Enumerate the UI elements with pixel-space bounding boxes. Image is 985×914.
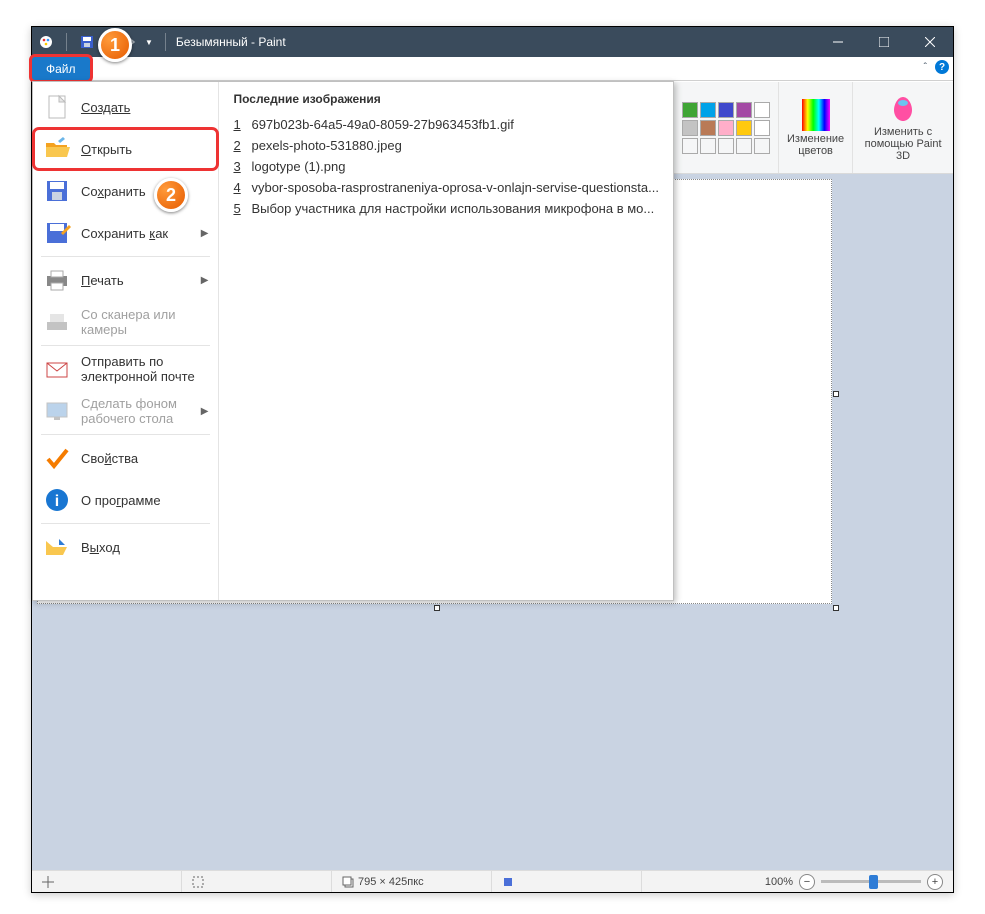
menu-print[interactable]: Печать ▶ xyxy=(33,259,218,301)
svg-text:i: i xyxy=(55,493,59,510)
menu-about[interactable]: i О программе xyxy=(33,479,218,521)
info-icon: i xyxy=(43,486,71,514)
exit-icon xyxy=(43,533,71,561)
selection-icon xyxy=(192,876,204,888)
filesize-icon xyxy=(502,876,514,888)
quick-access-toolbar: ▼ xyxy=(32,33,159,51)
recent-item[interactable]: 1697b023b-64a5-49a0-8059-27b963453fb1.gi… xyxy=(233,114,659,135)
printer-icon xyxy=(43,266,71,294)
annotation-badge-1: 1 xyxy=(98,28,132,62)
paint-window: ▼ Безымянный - Paint Файл ˆ ? Изменение xyxy=(31,26,954,893)
chevron-right-icon: ▶ xyxy=(201,406,209,417)
qat-dropdown-icon[interactable]: ▼ xyxy=(145,38,153,47)
resize-handle-bottom[interactable] xyxy=(434,605,440,611)
size-icon xyxy=(342,876,354,888)
window-title: Безымянный - Paint xyxy=(172,35,286,49)
maximize-button[interactable] xyxy=(861,27,907,57)
paint-app-icon xyxy=(38,34,54,50)
recent-item[interactable]: 2pexels-photo-531880.jpeg xyxy=(233,135,659,156)
color-swatches[interactable] xyxy=(682,102,770,154)
recent-item[interactable]: 3logotype (1).png xyxy=(233,156,659,177)
zoom-level-text: 100% xyxy=(765,876,793,888)
new-file-icon xyxy=(43,93,71,121)
ribbon-colors-section: Изменение цветов Изменить с помощью Pain… xyxy=(673,82,953,174)
rainbow-icon xyxy=(802,99,830,131)
menu-create[interactable]: Создать xyxy=(33,86,218,128)
email-icon xyxy=(43,355,71,383)
menu-desktop-bg: Сделать фоном рабочего стола ▶ xyxy=(33,390,218,432)
paint3d-button[interactable]: Изменить с помощью Paint 3D xyxy=(853,82,953,173)
checkmark-icon xyxy=(43,444,71,472)
scanner-icon xyxy=(43,308,71,336)
zoom-out-button[interactable]: − xyxy=(799,874,815,890)
zoom-slider[interactable] xyxy=(821,880,921,883)
menu-email[interactable]: Отправить по электронной почте xyxy=(33,348,218,390)
close-button[interactable] xyxy=(907,27,953,57)
resize-handle-right[interactable] xyxy=(833,391,839,397)
paint3d-icon xyxy=(888,94,918,124)
file-menu: Создать Открыть Сохранить Сохранить как … xyxy=(32,81,674,601)
save-as-icon xyxy=(43,219,71,247)
recent-item[interactable]: 5Выбор участника для настройки использов… xyxy=(233,198,659,219)
menu-open[interactable]: Открыть xyxy=(33,128,218,170)
file-tab[interactable]: Файл xyxy=(29,54,93,83)
annotation-badge-2: 2 xyxy=(154,178,188,212)
open-folder-icon xyxy=(43,135,71,163)
cursor-pos-icon xyxy=(42,876,54,888)
menu-save-as[interactable]: Сохранить как ▶ xyxy=(33,212,218,254)
menu-scanner: Со сканера или камеры xyxy=(33,301,218,343)
title-bar: ▼ Безымянный - Paint xyxy=(32,27,953,57)
save-disk-icon xyxy=(43,177,71,205)
ribbon-collapse-icon[interactable]: ˆ xyxy=(924,62,927,73)
resize-handle-corner[interactable] xyxy=(833,605,839,611)
status-bar: 795 × 425пкс 100% − + xyxy=(32,870,953,892)
minimize-button[interactable] xyxy=(815,27,861,57)
zoom-control: 100% − + xyxy=(755,874,953,890)
menu-exit[interactable]: Выход xyxy=(33,526,218,568)
chevron-right-icon: ▶ xyxy=(201,275,209,286)
save-icon[interactable] xyxy=(79,34,95,50)
menu-properties[interactable]: Свойства xyxy=(33,437,218,479)
chevron-right-icon: ▶ xyxy=(201,228,209,239)
help-icon[interactable]: ? xyxy=(935,60,949,74)
recent-item[interactable]: 4vybor-sposoba-rasprostraneniya-oprosa-v… xyxy=(233,177,659,198)
menu-save[interactable]: Сохранить xyxy=(33,170,218,212)
edit-colors-button[interactable]: Изменение цветов xyxy=(779,82,853,173)
canvas-size-text: 795 × 425пкс xyxy=(358,876,424,888)
recent-title: Последние изображения xyxy=(233,92,659,106)
ribbon-tabs: Файл ˆ ? xyxy=(32,57,953,81)
desktop-icon xyxy=(43,397,71,425)
zoom-in-button[interactable]: + xyxy=(927,874,943,890)
